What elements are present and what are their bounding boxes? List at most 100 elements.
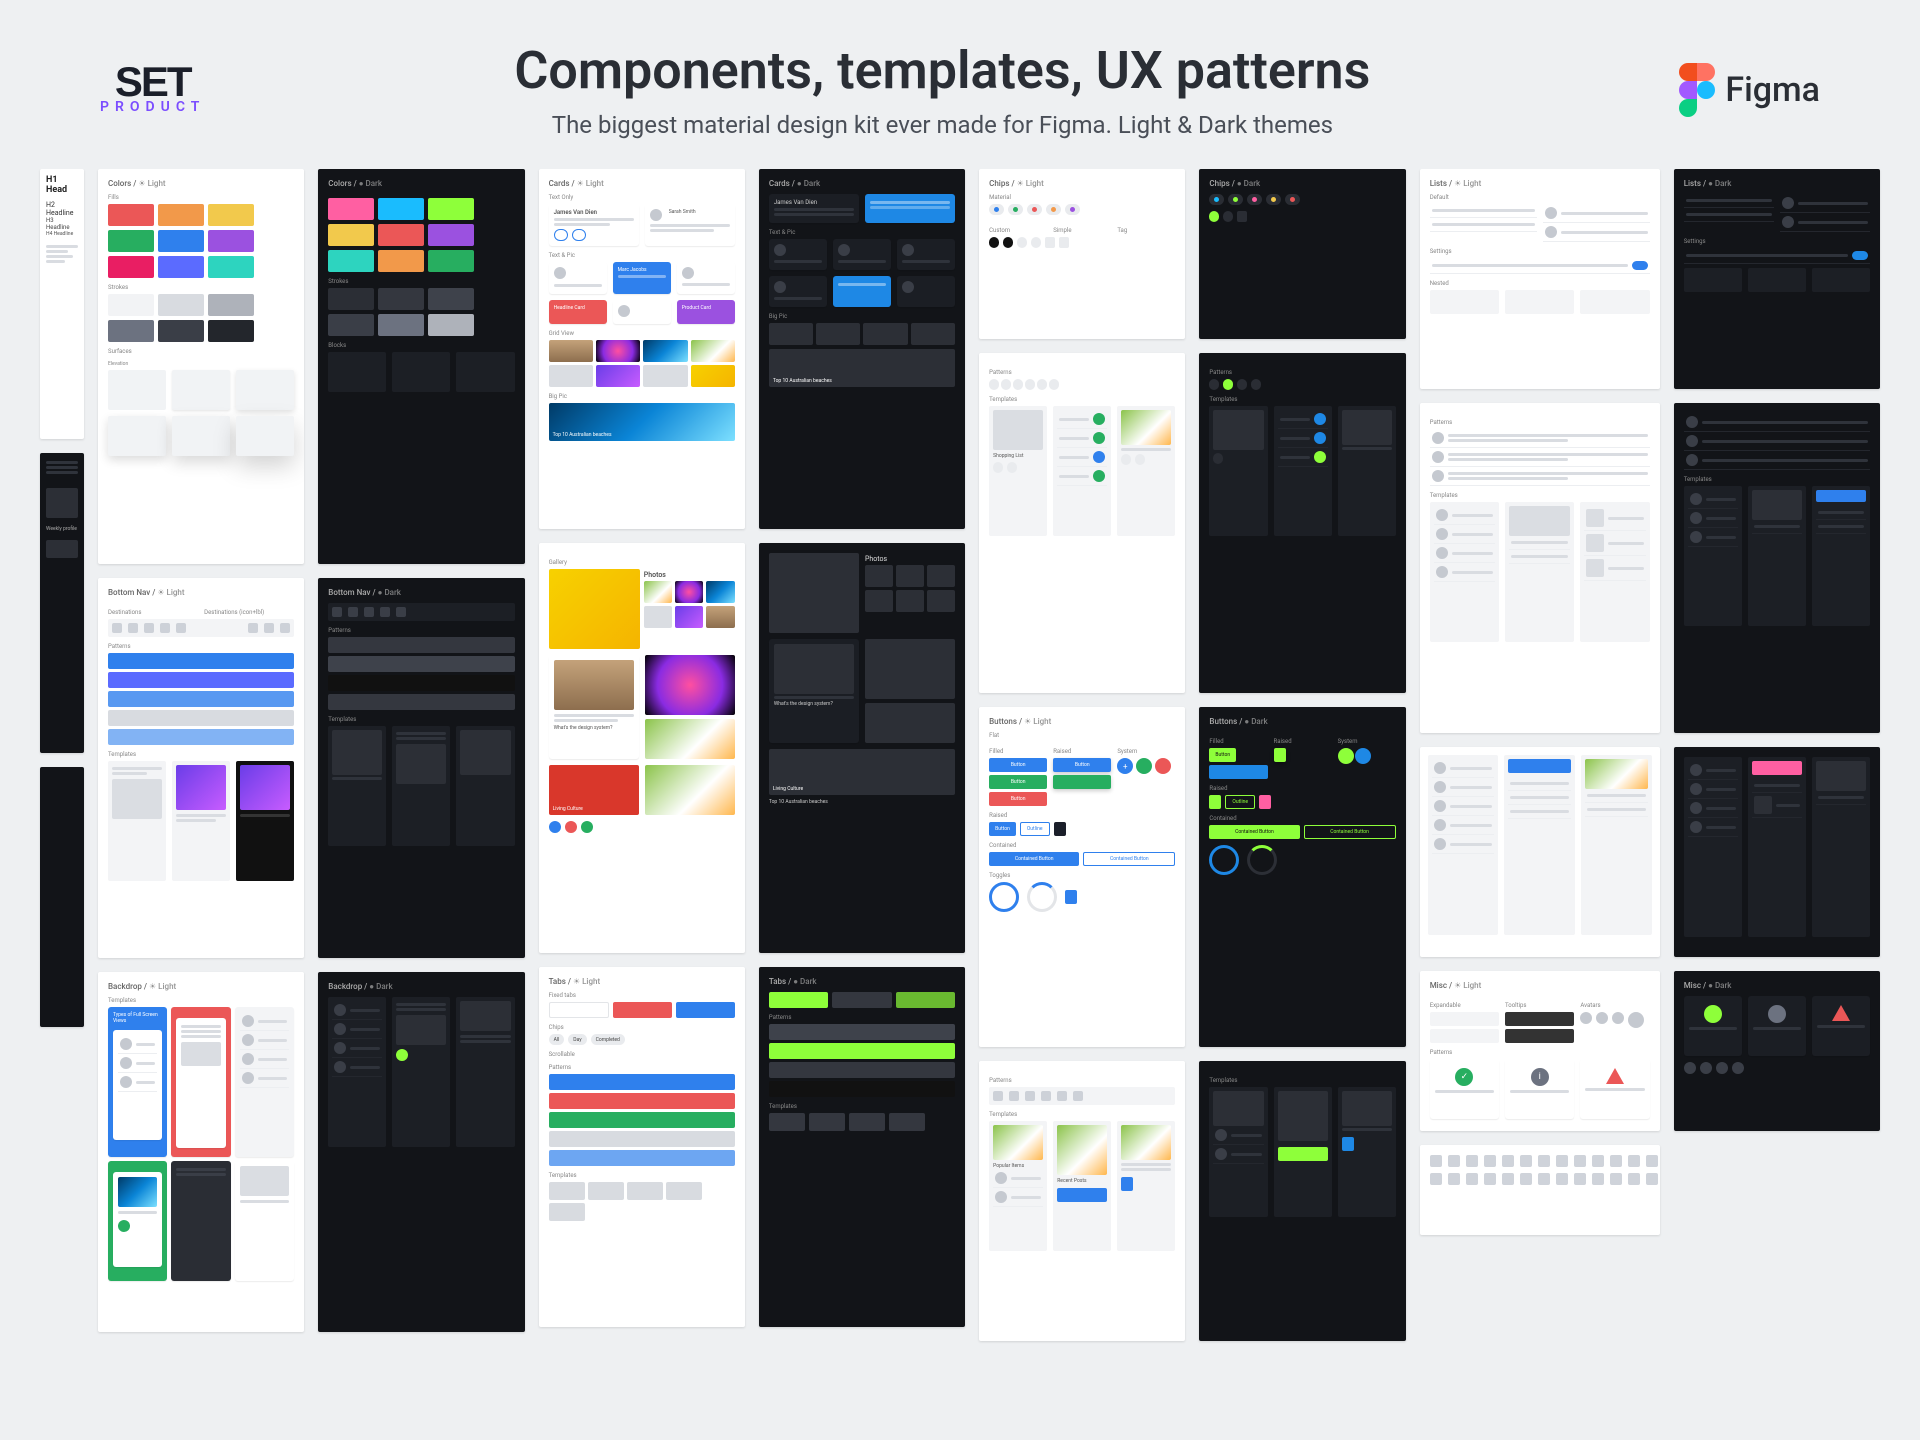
gallery-flower[interactable] (645, 655, 735, 715)
nav-d-3[interactable] (328, 675, 514, 691)
nav-pattern-indigo[interactable] (108, 672, 294, 688)
artboard-gallery-dark[interactable]: Photos What's the design system? Living … (759, 543, 965, 953)
btn-tmpl-1[interactable]: Popular Items (989, 1121, 1047, 1251)
swatch-grey6[interactable] (208, 320, 254, 342)
artboard-colors-light[interactable]: Colors / ☀ Light Fills Strokes (98, 169, 304, 564)
swatch-grey3[interactable] (208, 294, 254, 316)
artboard-bottomnav-light[interactable]: Bottom Nav / ☀ Light DestinationsDestina… (98, 578, 304, 958)
card-text-2[interactable]: Sarah Smith (645, 204, 735, 246)
artboard-lists-light[interactable]: Lists / ☀ Light Default Settings Nested (1420, 169, 1660, 389)
swatch-yellow[interactable] (208, 204, 254, 226)
swatch-green[interactable] (108, 230, 154, 252)
chip-tmpl-3[interactable] (1117, 406, 1175, 536)
swatch-grey2[interactable] (158, 294, 204, 316)
gallery-food[interactable] (645, 719, 735, 759)
artboard-chips-dark[interactable]: Chips / ● Dark (1199, 169, 1405, 339)
nav-d-2[interactable] (328, 656, 514, 672)
card-tp-1[interactable] (549, 262, 607, 294)
card-d-2[interactable] (865, 194, 955, 223)
list-item[interactable] (1430, 204, 1537, 218)
artboard-icons-light[interactable] (1420, 1145, 1660, 1235)
nav-pattern-blue2[interactable] (108, 691, 294, 707)
tabrow-outline[interactable] (549, 1002, 610, 1018)
fab[interactable]: + (1117, 758, 1133, 774)
btn-tmpl-3[interactable] (1117, 1121, 1175, 1251)
swatch-grey1[interactable] (108, 294, 154, 316)
bottomnav-row[interactable] (108, 619, 294, 637)
swatch-purple-d[interactable] (428, 224, 474, 246)
swatch-lime-d[interactable] (428, 198, 474, 220)
swatch-orange[interactable] (158, 204, 204, 226)
card-d-1[interactable]: James Van Dien (769, 194, 859, 223)
artboard-buttons-dark[interactable]: Buttons / ● Dark Filled Button Raised Sy… (1199, 707, 1405, 1047)
swatch-dg5[interactable] (378, 314, 424, 336)
card-tp-2[interactable]: Marc Jacobs (613, 262, 671, 294)
card-tp-4[interactable]: Headline Card (549, 300, 607, 324)
bd-d-2[interactable] (392, 997, 450, 1147)
nav-d-4[interactable] (328, 694, 514, 710)
tmpl-d-3[interactable] (456, 726, 514, 846)
nav-d-1[interactable] (328, 637, 514, 653)
artboard-lists-extra-dark[interactable] (1674, 747, 1880, 957)
swatch-dg1[interactable] (328, 288, 374, 310)
card-action[interactable] (554, 229, 568, 241)
swatch-teal-d[interactable] (328, 250, 374, 272)
btn-tmpl-2[interactable]: Recent Posts (1053, 1121, 1111, 1251)
artboard-tabs-dark[interactable]: Tabs / ● Dark Patterns Templates (759, 967, 965, 1327)
tmpl-d-1[interactable] (328, 726, 386, 846)
card-bigpic[interactable]: Top 10 Australian beaches (549, 403, 735, 441)
nav-pattern-blue[interactable] (108, 653, 294, 669)
swatch-dg6[interactable] (428, 314, 474, 336)
artboard-bottomnav-dark[interactable]: Bottom Nav / ● Dark Patterns Templates (318, 578, 524, 958)
artboard-lists-templates-light[interactable]: Patterns Templates (1420, 403, 1660, 733)
swatch-teal[interactable] (208, 256, 254, 278)
artboard-chips-templates-dark[interactable]: Patterns Templates (1199, 353, 1405, 693)
swatch-pink-d[interactable] (328, 198, 374, 220)
artboard-backdrop-light[interactable]: Backdrop / ☀ Light Templates Types of Fu… (98, 972, 304, 1332)
swatch-dg3[interactable] (428, 288, 474, 310)
btn-contained[interactable]: Contained Button (989, 852, 1079, 866)
tab-all[interactable]: All (549, 1034, 565, 1045)
tabrow-lime[interactable] (769, 992, 828, 1008)
card-tp-3[interactable] (677, 262, 735, 294)
backdrop-dark[interactable] (171, 1161, 230, 1281)
swatch-magenta[interactable] (108, 256, 154, 278)
backdrop-white[interactable] (235, 1161, 294, 1281)
artboard-lists-extra-light[interactable] (1420, 747, 1660, 957)
artboard-colors-dark[interactable]: Colors / ● Dark Strokes B (318, 169, 524, 564)
backdrop-red[interactable] (171, 1007, 230, 1157)
gallery-hero[interactable] (549, 569, 640, 649)
artboard-backdrop-dark[interactable]: Backdrop / ● Dark (318, 972, 524, 1332)
artboard-misc-light[interactable]: Misc / ☀ Light ExpandableTooltipsAvatars… (1420, 971, 1660, 1131)
swatch-yellow-d[interactable] (328, 224, 374, 246)
artboard-chips-light[interactable]: Chips / ☀ Light Material CustomSimpleTag (979, 169, 1185, 339)
artboard-tabs-light[interactable]: Tabs / ☀ Light Fixed tabs Chips AllDayCo… (539, 967, 745, 1327)
backdrop-blue[interactable]: Types of Full Screen Views (108, 1007, 167, 1157)
artboard-lists-templates-dark[interactable]: Templates (1674, 403, 1880, 733)
backdrop-grey[interactable] (235, 1007, 294, 1157)
swatch-green-d[interactable] (428, 250, 474, 272)
artboard-buttons-templates-dark[interactable]: Templates (1199, 1061, 1405, 1341)
nav-pattern-grey[interactable] (108, 710, 294, 726)
swatch-cyan-d[interactable] (378, 198, 424, 220)
gallery-tag[interactable] (549, 821, 561, 833)
chip[interactable] (989, 204, 1004, 215)
swatch-grey5[interactable] (158, 320, 204, 342)
swatch-red-d[interactable] (378, 224, 424, 246)
swatch-red[interactable] (108, 204, 154, 226)
swatch-purple[interactable] (208, 230, 254, 252)
btn-lime[interactable]: Button (1209, 748, 1236, 762)
swatch-blue[interactable] (158, 230, 204, 252)
card-tp-5[interactable] (613, 300, 671, 324)
tabrow-red[interactable] (613, 1002, 672, 1018)
artboard-canvas[interactable]: H1 Head H2 Headline H3 Headline H4 Headl… (0, 169, 1920, 1369)
tabrow-blue[interactable] (676, 1002, 735, 1018)
btn-filled[interactable]: Button (989, 758, 1047, 772)
bottomnav-row-d[interactable] (328, 603, 514, 621)
artboard-lists-dark[interactable]: Lists / ● Dark Settings (1674, 169, 1880, 389)
artboard-buttons-light[interactable]: Buttons / ☀ Light Flat Filled Button But… (979, 707, 1185, 1047)
swatch-orange-d[interactable] (378, 250, 424, 272)
backdrop-green[interactable] (108, 1161, 167, 1281)
artboard-gallery-light[interactable]: Gallery Photos What's the design system? (539, 543, 745, 953)
artboard-cards-dark[interactable]: Cards / ● Dark James Van Dien Text & Pic… (759, 169, 965, 529)
